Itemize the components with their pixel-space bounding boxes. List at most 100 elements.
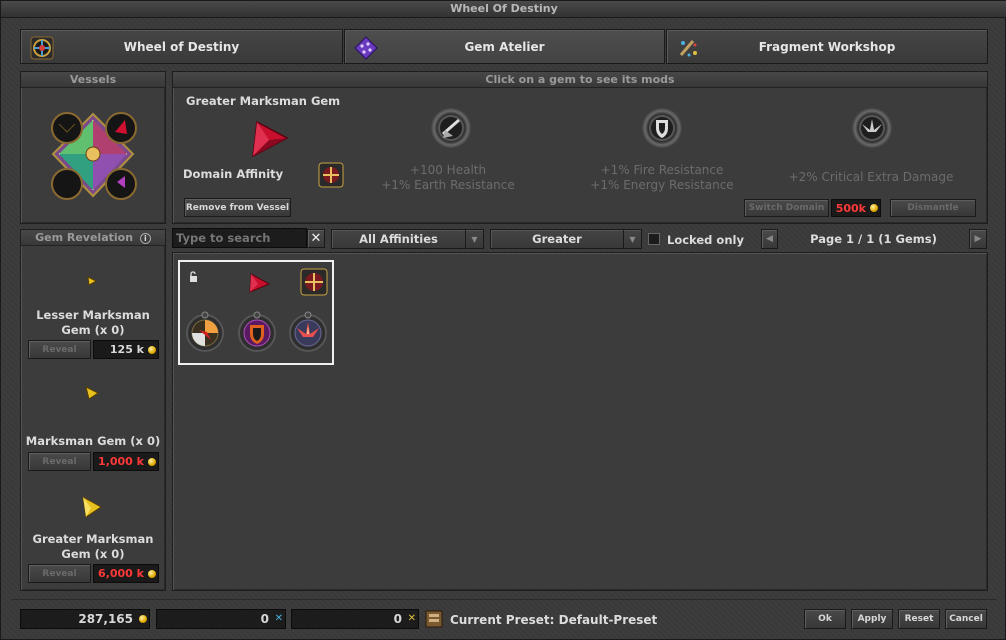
tab-wheel-of-destiny[interactable]: Wheel of Destiny xyxy=(20,29,343,64)
reveal-marksman-button[interactable]: Reveal xyxy=(28,452,91,471)
gold-coin-icon xyxy=(139,615,147,623)
switch-domain-button[interactable]: Switch Domain xyxy=(744,199,829,217)
mod-1-line2: +1% Earth Resistance xyxy=(381,178,515,192)
lesser-reveal-price-value: 125 k xyxy=(109,343,144,356)
gem-revelation-panel: Gem Revelation i Lesser Marksman Gem (x … xyxy=(20,229,166,591)
prev-page-button[interactable]: ◀ xyxy=(761,229,778,249)
affinity-dropdown[interactable]: All Affinities ▼ xyxy=(331,229,484,249)
greater-marksman-name: Greater Marksman Gem (x 0) xyxy=(21,532,165,562)
gold-coin-icon xyxy=(148,570,156,578)
search-input[interactable] xyxy=(173,229,306,247)
gold-balance: 287,165 xyxy=(20,609,150,629)
lesser-marksman-name: Lesser Marksman Gem (x 0) xyxy=(21,308,165,338)
gold-coin-icon xyxy=(870,204,878,212)
gem-card-critical-damage-mod-icon xyxy=(289,311,327,352)
gem-card-fire-energy-mod-icon xyxy=(238,311,276,352)
lesser-fragments-value: 0 xyxy=(260,612,269,626)
domain-affinity-icon xyxy=(318,162,344,188)
gold-balance-value: 287,165 xyxy=(78,612,133,626)
reveal-greater-button[interactable]: Reveal xyxy=(28,564,91,583)
lesser-fragments-balance: 0 ✕ xyxy=(156,609,286,629)
mod-2-text: +1% Fire Resistance +1% Energy Resistanc… xyxy=(573,163,751,193)
vessel-wheel-icon xyxy=(51,112,137,200)
clear-search-button[interactable]: ✕ xyxy=(307,229,325,248)
quality-dropdown[interactable]: Greater ▼ xyxy=(490,229,642,249)
greater-marksman-name-line1: Greater Marksman xyxy=(32,532,154,546)
tab-fragment-workshop[interactable]: Fragment Workshop xyxy=(666,29,988,64)
unlock-icon[interactable] xyxy=(189,271,199,283)
ok-button[interactable]: Ok xyxy=(804,609,846,629)
lesser-marksman-name-line1: Lesser Marksman xyxy=(36,308,150,322)
gem-revelation-title: Gem Revelation xyxy=(35,231,134,244)
locked-only-label: Locked only xyxy=(667,233,744,247)
greater-marksman-gem-icon xyxy=(252,120,289,158)
mod-orb-1 xyxy=(431,108,471,148)
mod-orb-2 xyxy=(642,108,682,148)
gem-detail-panel: Click on a gem to see its mods Greater M… xyxy=(172,71,988,224)
wheel-of-destiny-window: Wheel Of Destiny Wheel of Destiny Gem At… xyxy=(0,0,1006,640)
tab-label: Fragment Workshop xyxy=(758,39,896,54)
gold-coin-icon xyxy=(148,346,156,354)
greater-fragments-value: 0 xyxy=(393,612,402,626)
reset-button[interactable]: Reset xyxy=(898,609,940,629)
fragment-workshop-icon xyxy=(679,40,697,57)
mod-3-line1: +2% Critical Extra Damage xyxy=(788,170,954,184)
marksman-reveal-price-value: 1,000 k xyxy=(98,455,144,468)
mod-1-line1: +100 Health xyxy=(409,163,487,177)
preset-icon[interactable] xyxy=(425,610,443,628)
marksman-gem-icon xyxy=(85,386,99,400)
gold-coin-icon xyxy=(148,458,156,466)
quality-dropdown-value: Greater xyxy=(532,232,582,246)
apply-button[interactable]: Apply xyxy=(851,609,893,629)
gem-card-gem-icon xyxy=(249,273,271,293)
greater-reveal-price: 6,000 k xyxy=(93,564,159,583)
mod-2-line2: +1% Energy Resistance xyxy=(590,178,734,192)
page-info: Page 1 / 1 (1 Gems) xyxy=(810,232,937,246)
cancel-button[interactable]: Cancel xyxy=(945,609,987,629)
locked-only-checkbox[interactable] xyxy=(648,233,660,245)
greater-marksman-name-line2: Gem (x 0) xyxy=(61,547,125,561)
lesser-fragment-icon: ✕ xyxy=(274,613,283,624)
lesser-marksman-gem-icon xyxy=(87,276,98,286)
vessels-panel: Vessels xyxy=(20,71,166,224)
remove-from-vessel-button[interactable]: Remove from Vessel xyxy=(184,198,291,217)
switch-domain-price-value: 500k xyxy=(835,201,866,215)
dismantle-button[interactable]: Dismantle xyxy=(890,199,976,217)
tab-gem-atelier[interactable]: Gem Atelier xyxy=(344,29,665,64)
current-preset-label: Current Preset: Default-Preset xyxy=(450,613,658,627)
tab-label: Wheel of Destiny xyxy=(123,39,240,54)
close-icon: ✕ xyxy=(310,231,322,246)
search-field[interactable] xyxy=(172,228,307,248)
health-earth-mod-icon xyxy=(440,117,462,139)
greater-reveal-price-value: 6,000 k xyxy=(98,567,144,580)
mod-1-text: +100 Health +1% Earth Resistance xyxy=(363,163,533,193)
lesser-marksman-name-line2: Gem (x 0) xyxy=(61,323,125,337)
mod-orb-3 xyxy=(852,108,892,148)
info-icon[interactable]: i xyxy=(139,232,151,244)
vessel-wheel-image[interactable] xyxy=(47,110,139,204)
gem-name: Greater Marksman Gem xyxy=(186,94,341,108)
reveal-lesser-button[interactable]: Reveal xyxy=(28,340,91,359)
next-page-button[interactable]: ▶ xyxy=(969,229,987,249)
greater-marksman-gem-small-icon xyxy=(82,496,102,518)
wheel-icon xyxy=(30,36,54,60)
fire-energy-mod-icon xyxy=(651,117,673,139)
mod-3-text: +2% Critical Extra Damage xyxy=(771,170,971,185)
affinity-dropdown-value: All Affinities xyxy=(359,232,438,246)
footer-divider xyxy=(11,599,997,600)
greater-fragments-balance: 0 ✕ xyxy=(291,609,419,629)
switch-domain-price: 500k xyxy=(831,199,881,217)
gem-card[interactable] xyxy=(178,260,334,365)
gem-revelation-header: Gem Revelation i xyxy=(21,230,165,246)
marksman-name: Marksman Gem (x 0) xyxy=(25,434,161,448)
gem-card-health-earth-mod-icon xyxy=(186,311,224,352)
gem-card-domain-icon xyxy=(300,268,328,296)
gem-detail-header: Click on a gem to see its mods xyxy=(173,72,987,88)
lesser-reveal-price: 125 k xyxy=(93,340,159,359)
vessels-header: Vessels xyxy=(21,72,165,88)
critical-damage-mod-icon xyxy=(861,117,883,139)
chevron-left-icon: ◀ xyxy=(766,234,773,244)
gem-list-panel xyxy=(172,252,988,591)
marksman-reveal-price: 1,000 k xyxy=(93,452,159,471)
chevron-right-icon: ▶ xyxy=(974,234,982,244)
